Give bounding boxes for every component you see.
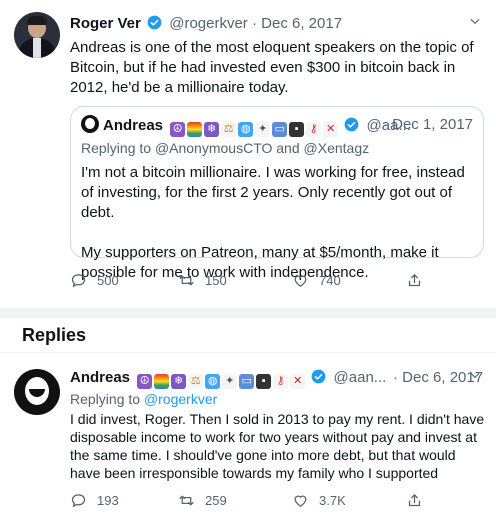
globe-icon: ◍ xyxy=(238,122,254,137)
author-name[interactable]: Roger Ver xyxy=(70,15,141,32)
retweet-icon xyxy=(179,495,194,506)
reply-count: 500 xyxy=(97,273,119,288)
andreas-avatar[interactable] xyxy=(14,369,60,415)
camera-icon: ▪ xyxy=(256,374,272,389)
book-icon: ▭ xyxy=(239,374,255,389)
share-button[interactable] xyxy=(406,492,423,509)
camera-icon: ▪ xyxy=(289,122,305,137)
meta-separator: · xyxy=(382,116,388,133)
retweet-icon xyxy=(179,275,194,286)
roger-ver-avatar[interactable] xyxy=(14,12,60,58)
reply-tweet-text: I did invest, Roger. Then I sold in 2013… xyxy=(70,411,485,481)
replies-heading: Replies xyxy=(22,325,87,345)
main-tweet-header: Roger Ver @rogerkver · Dec 6, 2017 xyxy=(70,14,342,34)
heart-icon xyxy=(294,495,307,507)
peace-icon: ☮ xyxy=(170,122,186,137)
heart-icon xyxy=(294,275,307,287)
reply-icon xyxy=(71,274,86,288)
share-button[interactable] xyxy=(406,272,423,289)
reply-tweet-header: Andreas ☮ ❄ ⚖ ◍ ✦ ▭ ▪ ⚷ ✕ @aan... xyxy=(70,368,386,389)
scales-icon: ⚖ xyxy=(221,122,237,137)
book-icon: ▭ xyxy=(272,122,288,137)
replying-prefix: Replying to xyxy=(70,391,141,407)
quoted-tweet-date: · Dec 1, 2017 xyxy=(383,115,473,135)
rainbow-icon xyxy=(187,122,203,137)
verified-badge-icon xyxy=(345,117,359,132)
rainbow-icon xyxy=(154,374,170,389)
retweet-button[interactable]: 259 xyxy=(178,492,227,509)
dna-icon: ✕ xyxy=(323,122,339,137)
reply-icon xyxy=(71,494,86,508)
satellite-icon: ✦ xyxy=(255,122,271,137)
andreas-mini-avatar xyxy=(81,115,99,133)
reply-tweet-actions: 193 259 3.7K xyxy=(70,492,450,512)
dna-icon: ✕ xyxy=(290,374,306,389)
like-button[interactable]: 3.7K xyxy=(292,492,346,509)
quoted-tweet-card[interactable]: Andreas ☮ ❄ ⚖ ◍ ✦ ▭ ▪ ⚷ ✕ @aa... · Dec 1… xyxy=(70,106,484,281)
replying-users: @AnonymousCTO and @Xentagz xyxy=(154,140,370,156)
snowflake-icon: ❄ xyxy=(204,122,220,137)
chevron-down-icon[interactable] xyxy=(468,14,482,28)
verified-badge-icon xyxy=(312,369,326,384)
key-icon: ⚷ xyxy=(306,122,322,137)
tweet-actions: 500 150 740 xyxy=(70,272,450,292)
tweet-date[interactable]: Dec 6, 2017 xyxy=(261,15,342,32)
like-count: 3.7K xyxy=(319,493,346,508)
replying-prefix: Replying to xyxy=(81,140,152,156)
like-count: 740 xyxy=(319,273,341,288)
quoted-replying-to: Replying to @AnonymousCTO and @Xentagz xyxy=(81,139,369,157)
tweet-text: Andreas is one of the most eloquent spea… xyxy=(70,39,474,96)
reply-button[interactable]: 193 xyxy=(70,492,119,509)
quoted-paragraph: I'm not a bitcoin millionaire. I was wor… xyxy=(81,164,465,221)
verified-badge-icon xyxy=(147,15,162,30)
reply-author-name[interactable]: Andreas xyxy=(70,369,130,386)
main-tweet[interactable]: Roger Ver @rogerkver · Dec 6, 2017 Andre… xyxy=(0,0,496,308)
key-icon: ⚷ xyxy=(273,374,289,389)
snowflake-icon: ❄ xyxy=(171,374,187,389)
reply-author-handle[interactable]: @aan... xyxy=(334,369,387,386)
chevron-down-icon[interactable] xyxy=(468,368,482,382)
scales-icon: ⚖ xyxy=(188,374,204,389)
section-divider xyxy=(0,308,496,318)
name-emojis: ☮ ❄ ⚖ ◍ ✦ ▭ ▪ ⚷ ✕ xyxy=(170,122,339,137)
meta-separator: · xyxy=(393,369,398,386)
name-emojis: ☮ ❄ ⚖ ◍ ✦ ▭ ▪ ⚷ ✕ xyxy=(137,374,306,389)
reply-count: 193 xyxy=(97,493,119,508)
replying-user-link[interactable]: @rogerkver xyxy=(144,391,217,407)
retweet-button[interactable]: 150 xyxy=(178,272,227,289)
author-handle[interactable]: @rogerkver xyxy=(169,15,248,32)
reply-button[interactable]: 500 xyxy=(70,272,119,289)
share-icon xyxy=(408,494,421,507)
quoted-author-name: Andreas xyxy=(103,117,164,134)
share-icon xyxy=(408,274,421,287)
satellite-icon: ✦ xyxy=(222,374,238,389)
quoted-tweet-header: Andreas ☮ ❄ ⚖ ◍ ✦ ▭ ▪ ⚷ ✕ @aa... xyxy=(81,115,411,137)
quoted-date-text: Dec 1, 2017 xyxy=(392,116,473,133)
globe-icon: ◍ xyxy=(205,374,221,389)
reply-replying-to: Replying to @rogerkver xyxy=(70,390,217,408)
quoted-tweet-text: I'm not a bitcoin millionaire. I was wor… xyxy=(81,163,477,283)
reply-tweet[interactable]: Andreas ☮ ❄ ⚖ ◍ ✦ ▭ ▪ ⚷ ✕ @aan... · Dec … xyxy=(0,352,496,514)
peace-icon: ☮ xyxy=(137,374,153,389)
like-button[interactable]: 740 xyxy=(292,272,341,289)
retweet-count: 259 xyxy=(205,493,227,508)
retweet-count: 150 xyxy=(205,273,227,288)
meta-separator: · xyxy=(251,15,257,32)
